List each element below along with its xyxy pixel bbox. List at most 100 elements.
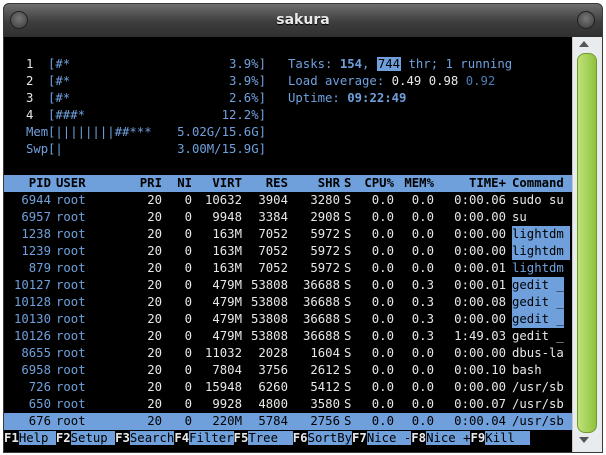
cpu-bar: [###*	[48, 108, 86, 122]
pri: 20	[147, 261, 162, 275]
process-table-header[interactable]: PID USER PRI NI VIRT RES SHR S CPU% MEM%…	[4, 175, 572, 192]
col-virt[interactable]: VIRT	[194, 175, 242, 192]
mem-label: Mem	[26, 125, 49, 139]
scroll-down-arrow-icon[interactable]	[579, 437, 589, 443]
col-state[interactable]: S	[344, 175, 351, 192]
process-row[interactable]: 1239 root 20 0 163M 7052 5972 S 0.0 0.0 0:00.00 lig…	[4, 243, 570, 260]
command: lightdm	[512, 261, 564, 275]
res: 7052	[258, 244, 288, 258]
pid: 10130	[13, 312, 51, 326]
cpu: 0.0	[371, 312, 394, 326]
process-row[interactable]: 726 root 20 0 15948 6260 5412 S 0.0 0.0 0:00.00/us…	[4, 379, 564, 396]
time: 0:00.00	[454, 346, 506, 360]
cpu-meter-3: 3 [#* 2.6%]	[4, 90, 266, 107]
pri: 20	[147, 278, 162, 292]
f5-key[interactable]: F5Tree	[233, 431, 293, 445]
f6-key[interactable]: F6SortBy	[292, 431, 353, 445]
command: gedit _	[512, 277, 564, 294]
pid: 10128	[13, 295, 51, 309]
f1-key[interactable]: F1Help	[4, 431, 56, 445]
virt: 9948	[212, 210, 242, 224]
process-row[interactable]: 10126 root 20 0 479M 53808 36688 S 0.0 0.3 1:49.03…	[4, 328, 564, 345]
tasks-label: Tasks:	[288, 57, 340, 71]
col-time[interactable]: TIME+	[436, 175, 506, 192]
f7-key[interactable]: F7Nice -	[352, 431, 412, 445]
user: root	[56, 295, 86, 309]
process-row[interactable]: 10128 root 20 0 479M 53808 36688 S 0.0 0.3 0:00.08…	[4, 294, 564, 311]
process-row[interactable]: 1238 root 20 0 163M 7052 5972 S 0.0 0.0 0:00.00 lig…	[4, 226, 570, 243]
f2-key[interactable]: F2Setup	[55, 431, 116, 445]
res: 3384	[258, 210, 288, 224]
shr: 36688	[302, 278, 340, 292]
state: S	[344, 227, 352, 241]
shr: 2908	[310, 210, 340, 224]
process-row[interactable]: 6944 root 20 0 10632 3904 3280 S 0.0 0.0 0:00.06 su…	[4, 192, 563, 209]
shr: 36688	[302, 329, 340, 343]
res: 6260	[258, 380, 288, 394]
user: root	[56, 363, 86, 377]
process-row[interactable]: 6958 root 20 0 7804 3756 2612 S 0.0 0.0 0:00.10 bas…	[4, 362, 541, 379]
virt: 163M	[212, 227, 242, 241]
ni: 0	[184, 295, 192, 309]
f9-key[interactable]: F9Kill	[470, 431, 530, 445]
col-cpu[interactable]: CPU%	[354, 175, 394, 192]
col-command[interactable]: Command	[512, 175, 564, 192]
process-row-selected[interactable]: 676 root 20 0 220M 5784 2756 S 0.0 0.0 0:00.04/usr…	[4, 413, 572, 430]
col-pid[interactable]: PID	[4, 175, 51, 192]
mem: 0.0	[411, 363, 434, 377]
process-row[interactable]: 879 root 20 0 163M 7052 5972 S 0.0 0.0 0:00.01 ligh…	[4, 260, 564, 277]
ni: 0	[184, 193, 192, 207]
pri: 20	[147, 363, 162, 377]
col-user[interactable]: USER	[56, 175, 86, 192]
vertical-scrollbar[interactable]	[572, 37, 602, 452]
col-res[interactable]: RES	[244, 175, 288, 192]
process-row[interactable]: 8655 root 20 0 11032 2028 1604 S 0.0 0.0 0:00.00 db…	[4, 345, 563, 362]
col-shr[interactable]: SHR	[290, 175, 340, 192]
scroll-up-arrow-icon[interactable]	[579, 41, 589, 47]
col-pri[interactable]: PRI	[124, 175, 162, 192]
pid: 1239	[21, 244, 51, 258]
process-row[interactable]: 10127 root 20 0 479M 53808 36688 S 0.0 0.3 0:00.01…	[4, 277, 564, 294]
htop-terminal[interactable]: 1 [#* 3.9%] 2 [#* 3.9%] 3 [#* 2.6%] 4 [#…	[4, 37, 572, 452]
mem: 0.3	[411, 278, 434, 292]
pid: 10126	[13, 329, 51, 343]
res: 53808	[250, 312, 288, 326]
swap-value: 3.00M/15.9G]	[177, 142, 266, 156]
user: root	[56, 397, 86, 411]
time: 0:00.08	[454, 295, 506, 309]
cpu: 0.0	[371, 278, 394, 292]
load-average: Load average: 0.49 0.98 0.92	[288, 73, 495, 90]
user: root	[56, 227, 86, 241]
cpu: 0.0	[371, 193, 394, 207]
mem: 0.0	[411, 227, 434, 241]
uptime: Uptime: 09:22:49	[288, 90, 406, 107]
scrollbar-thumb[interactable]	[577, 53, 597, 433]
title-bar[interactable]: sakura	[4, 4, 602, 37]
ni: 0	[184, 261, 192, 275]
f8-key[interactable]: F8Nice +	[411, 431, 471, 445]
cpu-bar: [#*	[48, 74, 71, 88]
user: root	[56, 329, 86, 343]
process-row[interactable]: 650 root 20 0 9928 4800 3580 S 0.0 0.0 0:00.07/usr…	[4, 396, 564, 413]
cpu-num: 2	[26, 74, 34, 88]
time: 0:00.01	[454, 261, 506, 275]
window-close-button[interactable]	[577, 11, 595, 29]
col-ni[interactable]: NI	[164, 175, 192, 192]
col-mem[interactable]: MEM%	[396, 175, 434, 192]
pri: 20	[147, 210, 162, 224]
f4-key[interactable]: F4Filter	[174, 431, 234, 445]
process-row[interactable]: 6957 root 20 0 9948 3384 2908 S 0.0 0.0 0:00.00 su	[4, 209, 526, 226]
load-15: 0.92	[465, 74, 496, 88]
ni: 0	[184, 210, 192, 224]
mem: 0.0	[411, 397, 434, 411]
ni: 0	[184, 380, 192, 394]
command: /usr/sb	[512, 414, 564, 428]
cpu: 0.0	[371, 210, 394, 224]
cpu-value: 12.2%]	[221, 108, 266, 122]
shr: 36688	[302, 312, 340, 326]
virt: 9928	[212, 397, 242, 411]
ni: 0	[184, 244, 192, 258]
process-row[interactable]: 10130 root 20 0 479M 53808 36688 S 0.0 0.3 0:00.00…	[4, 311, 564, 328]
user: root	[56, 261, 86, 275]
f3-key[interactable]: F3Search	[115, 431, 175, 445]
